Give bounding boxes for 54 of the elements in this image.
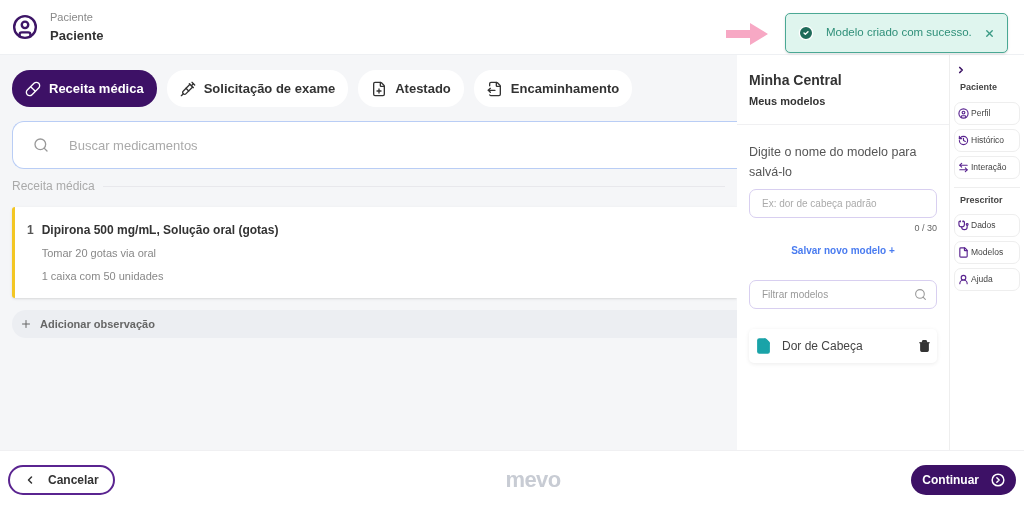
history-icon: [958, 134, 969, 146]
file-plus-icon: [371, 80, 388, 97]
tab[interactable]: Atestado: [358, 70, 464, 107]
save-model-link[interactable]: Salvar novo modelo +: [791, 243, 895, 258]
model-item[interactable]: Dor de Cabeça: [749, 329, 937, 363]
patient-label: Paciente: [50, 10, 94, 25]
dosage-text: Tomar 20 gotas via oral: [41, 246, 158, 261]
sidebar-item[interactable]: Perfil: [954, 101, 1020, 125]
filter-field[interactable]: Filtrar modelos: [749, 280, 937, 309]
section-title: Receita médica: [12, 178, 95, 195]
close-icon[interactable]: [984, 27, 995, 39]
arrow-icon: [726, 23, 768, 45]
file-arrow-icon: [486, 80, 503, 97]
pill-icon: [25, 80, 41, 97]
sidebar-item[interactable]: Histórico: [954, 128, 1020, 152]
stethoscope-icon: [958, 220, 969, 231]
file-icon: [958, 247, 969, 258]
tab[interactable]: Receita médica: [12, 70, 157, 107]
sidebar-item[interactable]: Ajuda: [954, 268, 1020, 291]
sidebar-heading: Paciente: [959, 81, 999, 94]
patient-avatar-icon: [12, 14, 38, 40]
search-icon: [33, 137, 49, 153]
toast-message: Modelo criado com sucesso.: [826, 25, 972, 41]
check-circle-icon: [798, 25, 814, 41]
search-field[interactable]: Buscar medicamentos: [12, 121, 737, 169]
model-name: Dor de Cabeça: [782, 338, 864, 355]
plus-icon: [20, 318, 32, 330]
medication-name: Dipirona 500 mg/mL, Solução oral (gotas): [41, 222, 279, 239]
search-icon: [914, 288, 927, 301]
sidebar-item[interactable]: Interação: [954, 155, 1020, 179]
panel-title: Minha Central: [749, 71, 843, 90]
tab[interactable]: Solicitação de exame: [166, 70, 349, 107]
quantity-text: 1 caixa com 50 unidades: [41, 268, 165, 284]
user-icon: [958, 107, 969, 119]
syringe-icon: [179, 80, 196, 97]
item-number: 1: [27, 222, 34, 239]
patient-name: Paciente: [50, 26, 104, 45]
model-name-field[interactable]: Ex: dor de cabeça padrão: [749, 188, 937, 218]
cancel-button[interactable]: Cancelar: [8, 464, 115, 495]
tab[interactable]: Encaminhamento: [473, 70, 633, 107]
person-icon: [958, 274, 969, 285]
document-icon: [755, 336, 772, 356]
sidebar-item[interactable]: Modelos: [954, 241, 1020, 264]
character-counter: 0 / 30: [914, 221, 937, 235]
continue-button[interactable]: Continuar: [911, 464, 1016, 495]
prompt-text: Digite o nome do modelo para salvá-lo: [749, 143, 918, 181]
sidebar-heading: Prescritor: [959, 193, 1004, 207]
sidebar-item[interactable]: Dados: [954, 214, 1020, 237]
add-note-button[interactable]: Adicionar observação: [12, 310, 737, 338]
collapse-icon[interactable]: [956, 65, 966, 75]
trash-icon[interactable]: [918, 339, 931, 353]
panel-subtitle: Meus modelos: [749, 94, 827, 109]
swap-icon: [958, 161, 969, 173]
arrow-circle-icon: [991, 472, 1005, 487]
